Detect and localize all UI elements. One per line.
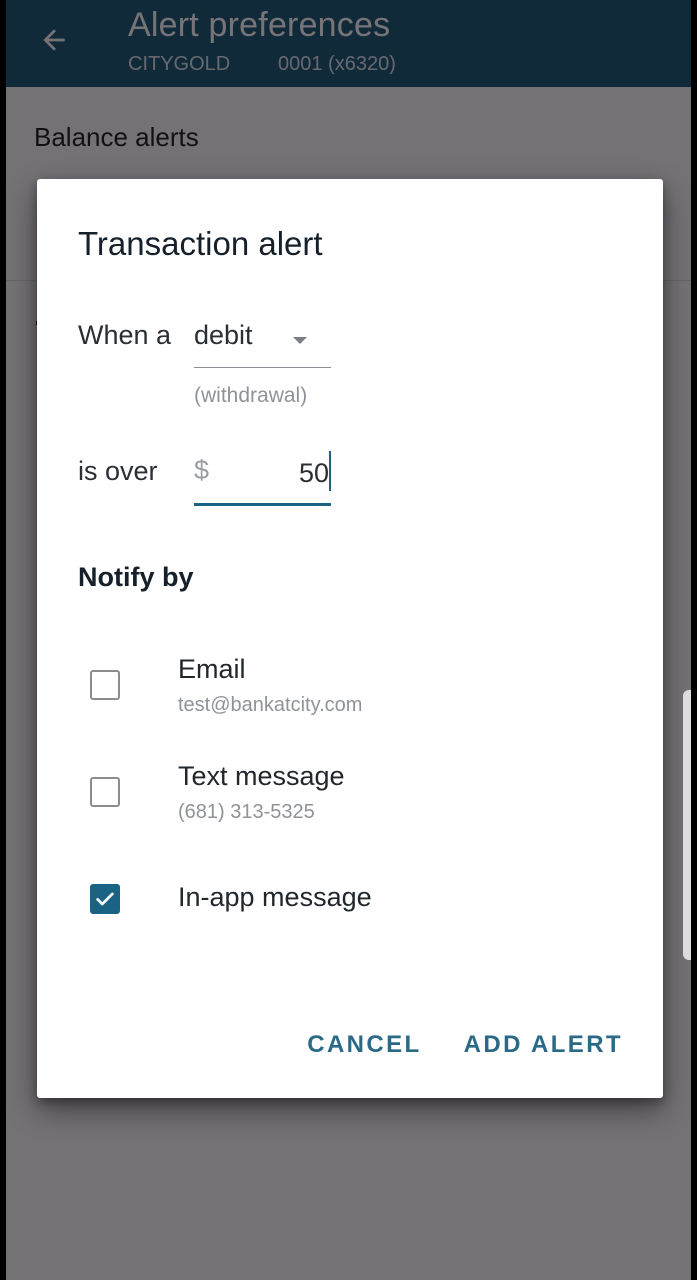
option-label: Text message (178, 761, 345, 791)
option-detail: test@bankatcity.com (178, 694, 363, 716)
in-app-checkbox[interactable] (90, 884, 120, 914)
transaction-type-select[interactable]: debit (194, 314, 331, 368)
is-over-label: is over (78, 456, 158, 486)
currency-prefix: $ (194, 455, 210, 485)
notify-option-in-app[interactable]: In-app message (78, 872, 618, 952)
notify-option-email[interactable]: Email test@bankatcity.com (78, 649, 618, 729)
notify-option-text-message[interactable]: Text message (681) 313-5325 (78, 756, 618, 836)
cancel-button[interactable]: CANCEL (307, 1031, 421, 1059)
amount-field[interactable]: $ (194, 449, 331, 506)
dialog-title: Transaction alert (78, 225, 323, 262)
option-label: In-app message (178, 882, 372, 912)
screen: Alert preferences CITYGOLD 0001 (x6320) … (6, 0, 691, 1280)
option-label: Email (178, 654, 246, 684)
option-detail: (681) 313-5325 (178, 801, 315, 823)
dropdown-arrow-icon (293, 337, 307, 344)
transaction-type-value: debit (194, 320, 253, 350)
text-caret (328, 451, 331, 491)
email-checkbox[interactable] (90, 670, 120, 700)
dialog-actions: CANCEL ADD ALERT (307, 1031, 623, 1059)
text-message-checkbox[interactable] (90, 777, 120, 807)
edge-panel-handle[interactable] (683, 690, 691, 960)
notify-by-heading: Notify by (78, 562, 194, 592)
transaction-alert-dialog: Transaction alert When a debit (withdraw… (37, 179, 663, 1098)
amount-input[interactable] (231, 451, 331, 495)
checkmark-icon (96, 892, 114, 906)
add-alert-button[interactable]: ADD ALERT (464, 1031, 623, 1059)
when-label: When a (78, 320, 172, 350)
transaction-type-helper: (withdrawal) (194, 384, 308, 407)
